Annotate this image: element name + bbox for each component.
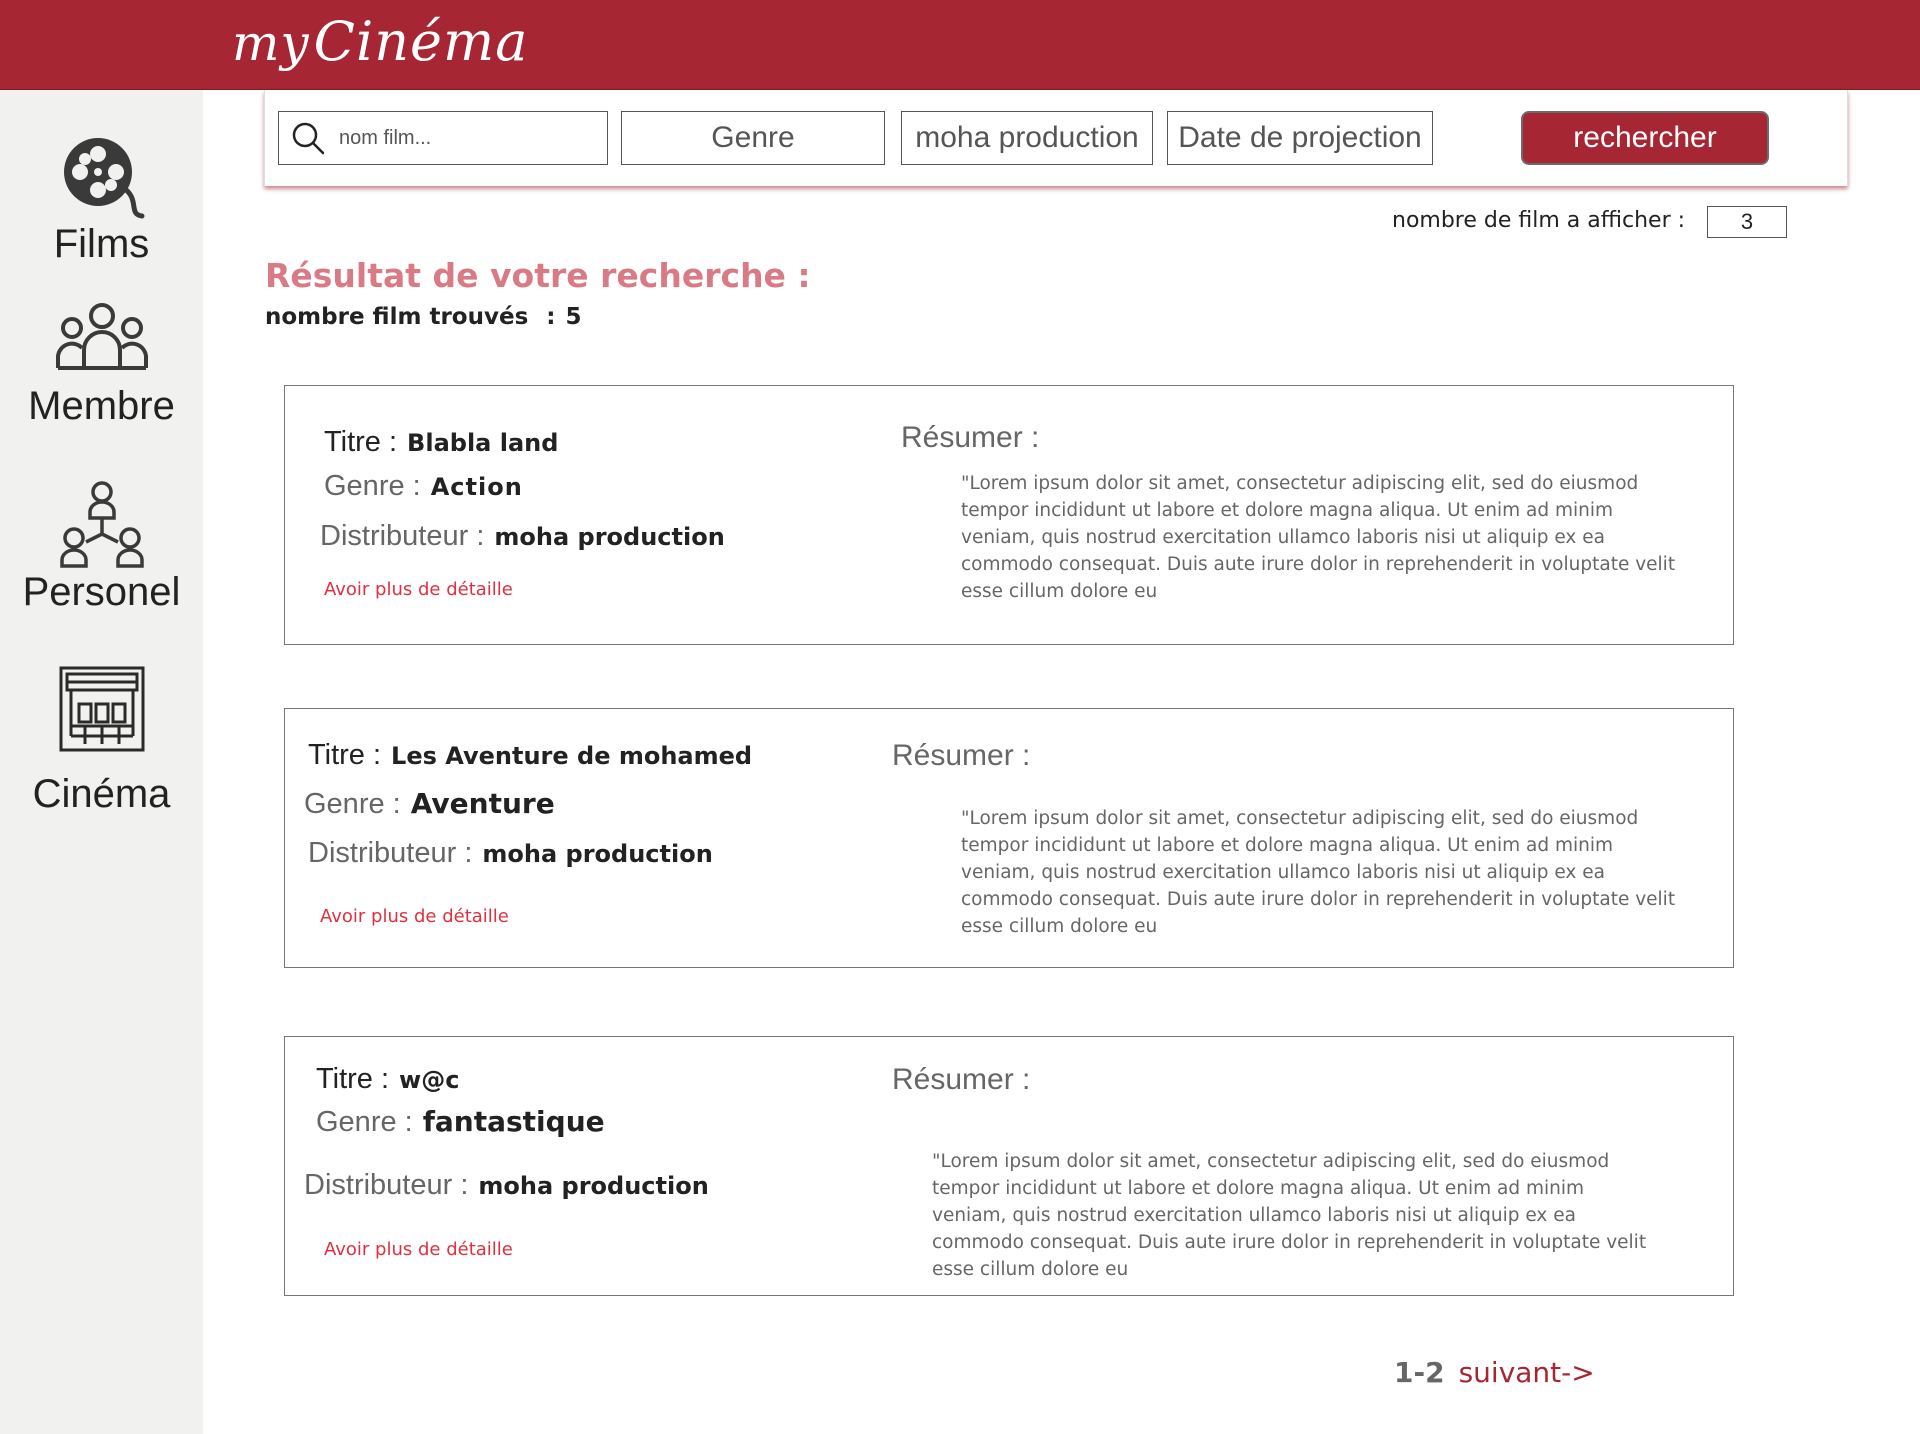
film-distributor: moha production [478, 1172, 709, 1200]
projection-date-field[interactable]: Date de projection [1167, 111, 1433, 165]
distributor-label: Distributeur : [304, 1169, 469, 1201]
sidebar-item-membre[interactable]: Membre [0, 300, 203, 428]
film-genre: Aventure [410, 787, 555, 820]
resume-label: Résumer : [901, 421, 1040, 454]
resume-label: Résumer : [892, 739, 1031, 772]
search-bar: Genre moha production Date de projection… [264, 90, 1848, 186]
film-title: Blabla land [407, 429, 559, 457]
film-distributor: moha production [482, 840, 713, 868]
film-details-link[interactable]: Avoir plus de détaille [324, 1239, 513, 1260]
resume-label: Résumer : [892, 1063, 1031, 1096]
film-genre-row: Genre : Aventure [304, 787, 555, 821]
sidebar-item-label: Cinéma [32, 772, 171, 816]
film-genre: Action [430, 473, 523, 501]
genre-label: Genre : [324, 470, 421, 502]
film-summary: "Lorem ipsum dolor sit amet, consectetur… [961, 473, 1676, 602]
genre-label: Genre : [304, 788, 401, 820]
film-details-link[interactable]: Avoir plus de détaille [324, 579, 513, 600]
logo-my: my [232, 14, 310, 72]
search-icon [292, 122, 325, 155]
search-button[interactable]: rechercher [1521, 111, 1769, 165]
search-field[interactable] [278, 111, 608, 165]
sidebar-item-label: Membre [28, 384, 175, 428]
film-genre-row: Genre : Action [324, 470, 523, 503]
title-label: Titre : [324, 426, 398, 458]
display-count-input[interactable]: 3 [1707, 206, 1787, 238]
film-reel-icon [63, 138, 144, 219]
theater-icon [59, 666, 144, 752]
sidebar-item-cinema[interactable]: Cinéma [0, 664, 203, 816]
search-input[interactable] [337, 125, 591, 151]
film-details-link[interactable]: Avoir plus de détaille [320, 906, 509, 927]
film-title-row: Titre : w@c [316, 1063, 459, 1096]
film-title-row: Titre : Les Aventure de mohamed [308, 739, 752, 772]
film-summary: "Lorem ipsum dolor sit amet, consectetur… [961, 808, 1676, 937]
film-card: Titre : Les Aventure de mohamed Genre : Av… [284, 708, 1734, 968]
next-page-link[interactable]: suivant-> [1459, 1356, 1595, 1389]
film-genre-row: Genre : fantastique [316, 1105, 605, 1139]
film-distributor-row: Distributeur : moha production [304, 1169, 709, 1202]
distributor-label: Distributeur : [308, 837, 473, 869]
film-title: w@c [399, 1066, 460, 1094]
film-distributor: moha production [494, 523, 725, 551]
display-count-label: nombre de film a afficher : [1392, 208, 1686, 233]
sidebar: Films Membre Personel Cinéma [0, 90, 203, 1434]
header-bar: myCinéma [0, 0, 1920, 90]
film-distributor-row: Distributeur : moha production [320, 520, 725, 553]
distributor-label: Distributeur : [320, 520, 485, 552]
sidebar-item-films[interactable]: Films [0, 130, 203, 266]
film-card: Titre : w@c Genre : fantastique Distribute… [284, 1036, 1734, 1296]
film-genre: fantastique [422, 1105, 605, 1138]
genre-label: Genre : [316, 1106, 413, 1138]
film-distributor-row: Distributeur : moha production [308, 837, 713, 870]
sidebar-item-label: Personel [22, 570, 181, 614]
distributor-select[interactable]: moha production [901, 111, 1153, 165]
results-count-separator: : [546, 304, 556, 330]
results-count-label: nombre film trouvés [265, 304, 529, 330]
pagination: 1-2 suivant-> [1394, 1356, 1595, 1389]
org-chart-icon [59, 481, 144, 568]
film-title: Les Aventure de mohamed [391, 742, 753, 770]
sidebar-item-label: Films [53, 222, 150, 266]
app-logo[interactable]: myCinéma [232, 2, 528, 83]
results-count-value: 5 [565, 304, 582, 330]
sidebar-item-personel[interactable]: Personel [0, 480, 203, 614]
genre-select[interactable]: Genre [621, 111, 885, 165]
film-summary: "Lorem ipsum dolor sit amet, consectetur… [932, 1151, 1647, 1280]
page-range[interactable]: 1-2 [1394, 1356, 1445, 1389]
logo-name: Cinéma [313, 10, 529, 73]
results-title: Résultat de votre recherche : [265, 256, 811, 295]
film-title-row: Titre : Blabla land [324, 426, 558, 459]
title-label: Titre : [316, 1063, 390, 1095]
results-count: nombre film trouvés:5 [265, 304, 581, 330]
film-card: Titre : Blabla land Genre : Action Distrib… [284, 385, 1734, 645]
group-icon [55, 303, 148, 370]
title-label: Titre : [308, 739, 382, 771]
